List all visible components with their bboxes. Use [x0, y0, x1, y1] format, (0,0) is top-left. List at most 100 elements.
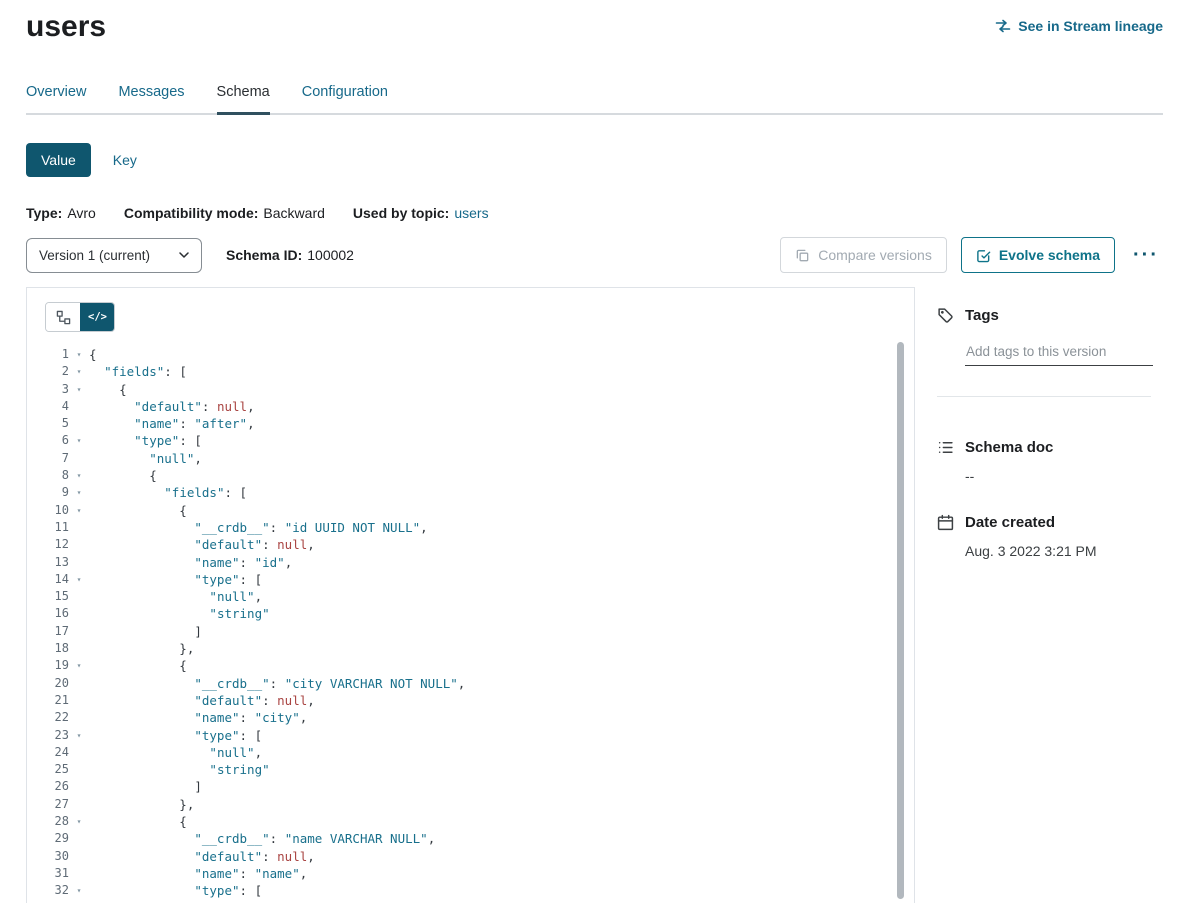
code-text: "type": [: [89, 571, 262, 588]
tags-input[interactable]: [965, 338, 1153, 366]
schema-code-viewer[interactable]: 1▾{2▾ "fields": [3▾ {4 "default": null,5…: [27, 346, 914, 900]
code-line: 1▾{: [27, 346, 914, 363]
line-number: 20: [27, 675, 69, 692]
key-toggle-button[interactable]: Key: [111, 143, 139, 177]
tag-icon: [937, 307, 954, 324]
stream-lineage-link[interactable]: See in Stream lineage: [995, 18, 1163, 34]
code-view-icon: </>: [88, 311, 107, 323]
tags-body: [965, 324, 1163, 366]
code-line: 16 "string": [27, 605, 914, 622]
fold-spacer: [69, 554, 89, 571]
tab-schema[interactable]: Schema: [217, 76, 270, 113]
code-text: ]: [89, 623, 202, 640]
code-line: 18 },: [27, 640, 914, 657]
code-line: 6▾ "type": [: [27, 432, 914, 449]
code-text: "type": [: [89, 432, 202, 449]
line-number: 10: [27, 502, 69, 519]
used-by-topic: Used by topic:users: [353, 205, 489, 221]
fold-spacer: [69, 692, 89, 709]
tab-messages[interactable]: Messages: [118, 76, 184, 113]
code-line: 22 "name": "city",: [27, 709, 914, 726]
code-text: ]: [89, 778, 202, 795]
date-created-title: Date created: [965, 514, 1055, 531]
schema-doc-value: --: [965, 468, 1163, 484]
fold-toggle-icon[interactable]: ▾: [69, 657, 89, 674]
fold-toggle-icon[interactable]: ▾: [69, 432, 89, 449]
schema-meta-row: Type:Avro Compatibility mode:Backward Us…: [26, 205, 1163, 221]
schema-editor-panel: </> 1▾{2▾ "fields": [3▾ {4 "default": nu…: [26, 287, 915, 903]
stream-lineage-label: See in Stream lineage: [1018, 18, 1163, 34]
code-line: 25 "string": [27, 761, 914, 778]
code-text: "string": [89, 761, 270, 778]
fold-toggle-icon[interactable]: ▾: [69, 484, 89, 501]
fold-toggle-icon[interactable]: ▾: [69, 363, 89, 380]
code-view-button[interactable]: </>: [80, 303, 114, 331]
line-number: 16: [27, 605, 69, 622]
schema-doc-section: Schema doc --: [937, 439, 1163, 484]
fold-toggle-icon[interactable]: ▾: [69, 502, 89, 519]
code-line: 5 "name": "after",: [27, 415, 914, 432]
date-created-section: Date created Aug. 3 2022 3:21 PM: [937, 514, 1163, 559]
value-toggle-button[interactable]: Value: [26, 143, 91, 177]
fold-spacer: [69, 744, 89, 761]
fold-toggle-icon[interactable]: ▾: [69, 882, 89, 899]
tree-view-button[interactable]: [46, 303, 80, 331]
line-number: 23: [27, 727, 69, 744]
fold-toggle-icon[interactable]: ▾: [69, 727, 89, 744]
editor-scrollbar-thumb[interactable]: [897, 342, 904, 899]
code-line: 32▾ "type": [: [27, 882, 914, 899]
code-line: 9▾ "fields": [: [27, 484, 914, 501]
code-text: "null",: [89, 744, 262, 761]
code-line: 31 "name": "name",: [27, 865, 914, 882]
line-number: 6: [27, 432, 69, 449]
tab-overview[interactable]: Overview: [26, 76, 86, 113]
schema-controls-row: Version 1 (current) Schema ID:100002 Com…: [26, 237, 1163, 273]
fold-toggle-icon[interactable]: ▾: [69, 381, 89, 398]
date-created-header: Date created: [937, 514, 1163, 531]
fold-toggle-icon[interactable]: ▾: [69, 571, 89, 588]
topic-link[interactable]: users: [454, 205, 488, 221]
code-line: 30 "default": null,: [27, 848, 914, 865]
doc-list-icon: [937, 439, 954, 456]
line-number: 17: [27, 623, 69, 640]
fold-toggle-icon[interactable]: ▾: [69, 467, 89, 484]
line-number: 2: [27, 363, 69, 380]
fold-spacer: [69, 536, 89, 553]
code-text: "string": [89, 605, 270, 622]
code-line: 19▾ {: [27, 657, 914, 674]
fold-toggle-icon[interactable]: ▾: [69, 813, 89, 830]
line-number: 30: [27, 848, 69, 865]
code-line: 20 "__crdb__": "city VARCHAR NOT NULL",: [27, 675, 914, 692]
code-line: 23▾ "type": [: [27, 727, 914, 744]
code-text: "name": "id",: [89, 554, 292, 571]
fold-spacer: [69, 675, 89, 692]
page-title: users: [26, 10, 106, 44]
code-text: "null",: [89, 450, 202, 467]
evolve-schema-button[interactable]: Evolve schema: [961, 237, 1115, 273]
fold-spacer: [69, 450, 89, 467]
date-created-value: Aug. 3 2022 3:21 PM: [965, 543, 1163, 559]
line-number: 1: [27, 346, 69, 363]
fold-spacer: [69, 796, 89, 813]
code-text: {: [89, 381, 127, 398]
schema-sidebar: Tags Schema doc --: [915, 287, 1163, 903]
version-select[interactable]: Version 1 (current): [26, 238, 202, 273]
code-line: 26 ]: [27, 778, 914, 795]
schema-id-label: Schema ID:: [226, 247, 302, 263]
version-select-value: Version 1 (current): [39, 248, 150, 263]
tags-header: Tags: [937, 307, 1163, 324]
code-line: 7 "null",: [27, 450, 914, 467]
more-actions-button[interactable]: ···: [1129, 243, 1163, 267]
code-text: "default": null,: [89, 398, 255, 415]
fold-toggle-icon[interactable]: ▾: [69, 346, 89, 363]
tab-configuration[interactable]: Configuration: [302, 76, 388, 113]
fold-spacer: [69, 761, 89, 778]
fold-spacer: [69, 778, 89, 795]
fold-spacer: [69, 519, 89, 536]
fold-spacer: [69, 830, 89, 847]
code-text: "__crdb__": "name VARCHAR NULL",: [89, 830, 435, 847]
code-line: 14▾ "type": [: [27, 571, 914, 588]
line-number: 4: [27, 398, 69, 415]
code-text: "name": "city",: [89, 709, 307, 726]
compare-versions-button[interactable]: Compare versions: [780, 237, 947, 273]
